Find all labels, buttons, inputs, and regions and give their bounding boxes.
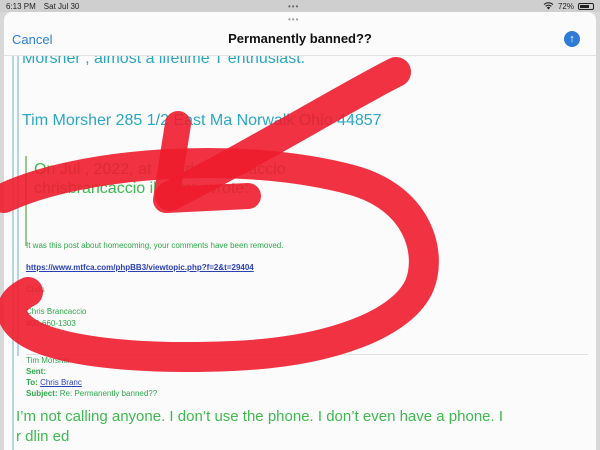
quoted-message-text: It was this post about homecoming, your …	[26, 241, 284, 250]
status-time: 6:13 PM	[6, 1, 36, 11]
status-bar: 6:13 PM Sat Jul 30 ••• 72%	[0, 0, 600, 12]
signature-name: Chris Brancaccio	[26, 307, 87, 316]
message-body[interactable]: Morsher , almost a lifetime T enthusiast…	[4, 56, 596, 450]
forwarded-to: To: Chris Branc	[26, 378, 82, 387]
signoff: Chris	[26, 285, 45, 294]
multitask-dots[interactable]: •••	[288, 2, 299, 11]
reply-text-line: I’m not calling anyone. I don’t use the …	[16, 408, 504, 425]
to-recipient-link[interactable]: Chris Branc	[40, 378, 82, 387]
arrow-up-icon: ↑	[569, 33, 575, 45]
sender-address: Tim Morsher 285 1/2 East Ma Norwalk Ohio…	[22, 112, 382, 129]
wifi-icon	[543, 2, 554, 10]
subject-value: Re: Permanently banned??	[59, 389, 158, 398]
reply-text-line: r dlin ed	[16, 428, 70, 445]
forwarded-sent: Sent:	[26, 367, 46, 376]
compose-title: Permanently banned??	[228, 31, 372, 46]
status-bar-right: 72%	[543, 2, 594, 11]
status-bar-left: 6:13 PM Sat Jul 30	[6, 2, 79, 11]
sent-label: Sent:	[26, 367, 46, 376]
forum-link[interactable]: https://www.mtfca.com/phpBB3/viewtopic.p…	[26, 263, 254, 272]
status-date: Sat Jul 30	[43, 1, 80, 11]
forwarded-from: Tim Morsher	[26, 356, 71, 365]
forwarded-subject: Subject: Re: Permanently banned??	[26, 389, 157, 398]
battery-percent: 72%	[557, 1, 574, 11]
quote-attribution-email: chrisbrancaccio il.com> wrote:	[34, 180, 249, 197]
quote-bar	[12, 56, 14, 450]
signature-phone: 403-660-1303	[26, 319, 76, 328]
battery-fill	[580, 4, 589, 8]
quote-bar	[17, 56, 19, 356]
from-value: Tim Morsher	[26, 356, 71, 365]
to-label: To:	[26, 378, 38, 387]
quote-bar	[25, 156, 27, 246]
compose-sheet: ••• Cancel Permanently banned?? ↑ Morshe…	[4, 12, 596, 450]
quoted-text-line: Morsher , almost a lifetime T enthusiast…	[22, 56, 306, 67]
compose-nav-bar: Cancel Permanently banned?? ↑	[4, 12, 596, 56]
battery-icon	[578, 2, 594, 10]
quote-attribution: On Jul , 2022, at , Chris Brancaccio	[34, 161, 286, 178]
divider	[26, 354, 588, 355]
send-button[interactable]: ↑	[564, 31, 580, 47]
subject-label: Subject:	[26, 389, 58, 398]
